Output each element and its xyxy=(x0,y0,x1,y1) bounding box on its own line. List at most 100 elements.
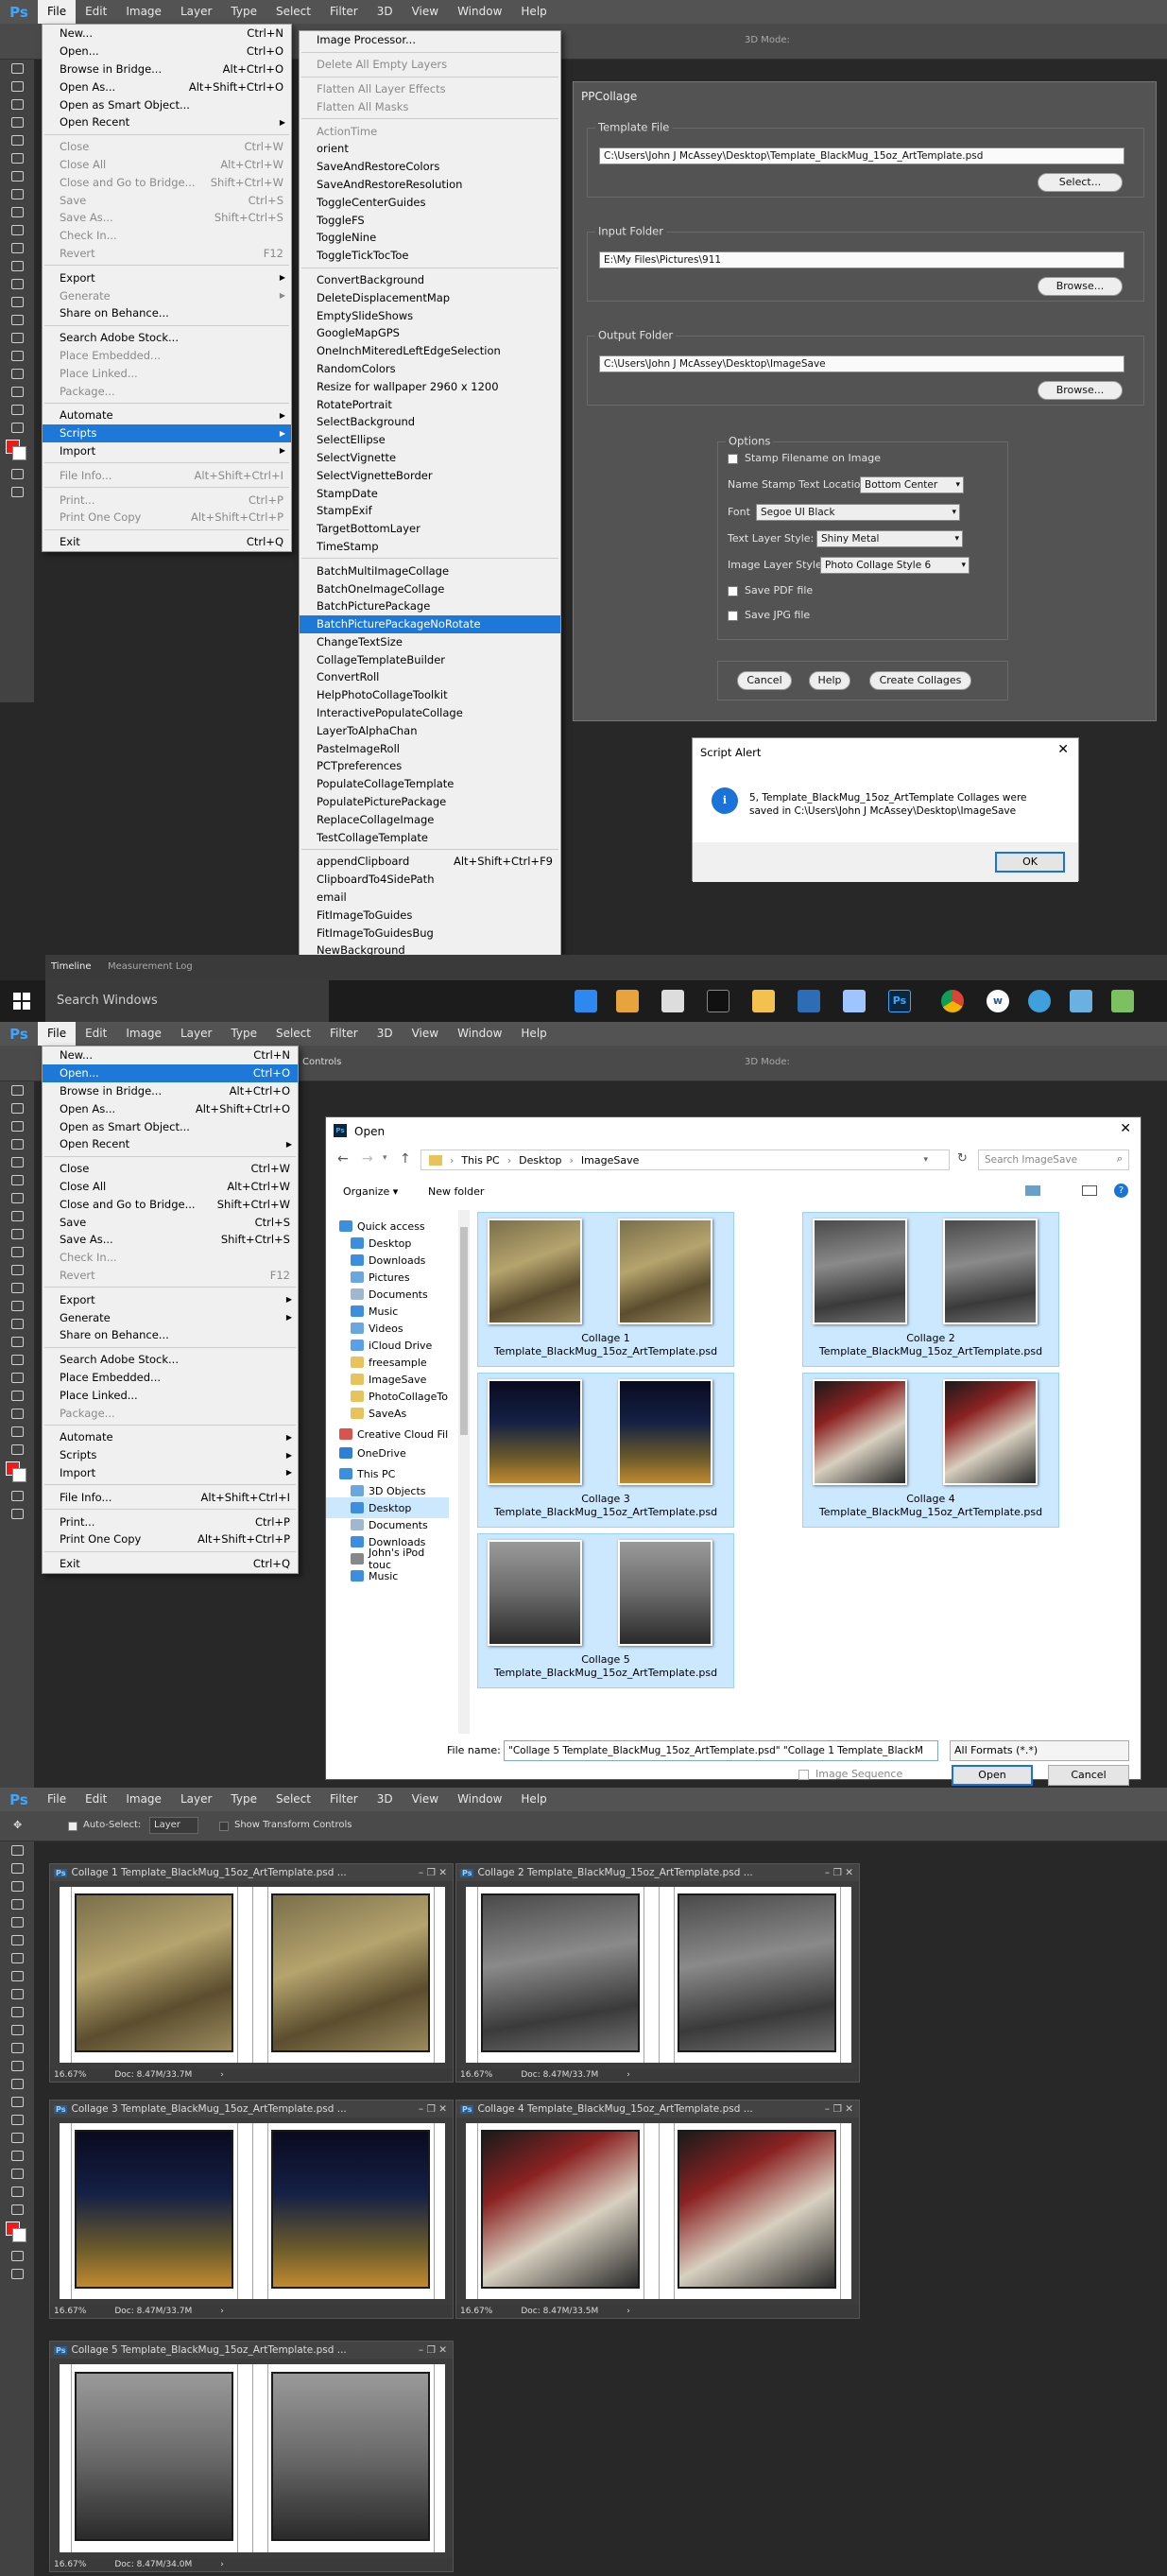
close-icon[interactable]: ✕ xyxy=(1057,742,1069,757)
document-window-collage-3[interactable]: Ps Collage 3 Template_BlackMug_15oz_ArtTe… xyxy=(49,2100,454,2319)
type-tool-icon[interactable] xyxy=(0,1351,34,1369)
menu-item-interactivepopulatecollage[interactable]: InteractivePopulateCollage xyxy=(300,704,560,722)
search-windows-box[interactable]: Search Windows xyxy=(45,980,329,1022)
menu-item-convertbackground[interactable]: ConvertBackground xyxy=(300,271,560,289)
menu-item-oneinchmiteredleftedgeselection[interactable]: OneInchMiteredLeftEdgeSelection xyxy=(300,342,560,360)
app-icon-4[interactable] xyxy=(1028,990,1051,1012)
menu-item-place-embedded[interactable]: Place Embedded... xyxy=(43,1369,298,1387)
healing-tool-icon[interactable] xyxy=(0,167,34,185)
menu-item-open-as[interactable]: Open As... Alt+Shift+Ctrl+O xyxy=(43,78,291,95)
eyedropper-tool-icon[interactable] xyxy=(0,149,34,167)
new-folder-button[interactable]: New folder xyxy=(428,1185,484,1198)
zoom-level[interactable]: 16.67% xyxy=(54,2070,86,2080)
menu-edit[interactable]: Edit xyxy=(76,0,116,24)
menu-item-share-on-behance[interactable]: Share on Behance... xyxy=(43,1326,298,1344)
path-select-tool-icon[interactable] xyxy=(0,1369,34,1387)
guide-line[interactable] xyxy=(674,1887,676,2063)
menu-item-open[interactable]: Open... Ctrl+O xyxy=(43,43,291,61)
type-tool-icon[interactable] xyxy=(0,329,34,347)
guide-line[interactable] xyxy=(839,2123,841,2299)
file-item-collage-3[interactable]: Collage 3 Template_BlackMug_15oz_ArtTempl… xyxy=(477,1373,734,1528)
menu-layer[interactable]: Layer xyxy=(171,1022,221,1046)
menu-help[interactable]: Help xyxy=(511,1022,556,1046)
input-folder-field[interactable]: E:\My Files\Pictures\911 xyxy=(599,251,1124,268)
menu-item-saveandrestorecolors[interactable]: SaveAndRestoreColors xyxy=(300,158,560,176)
pen-tool-icon[interactable] xyxy=(0,1333,34,1351)
menu-item-open-as-smart-object[interactable]: Open as Smart Object... xyxy=(43,95,291,113)
dodge-tool-icon[interactable] xyxy=(0,1315,34,1333)
menu-item-testcollagetemplate[interactable]: TestCollageTemplate xyxy=(300,828,560,846)
menu-view[interactable]: View xyxy=(403,0,448,24)
guide-line[interactable] xyxy=(252,2123,253,2299)
menu-item-open-as-smart-object[interactable]: Open as Smart Object... xyxy=(43,1117,298,1135)
photoshop-taskbar-icon[interactable]: Ps xyxy=(888,990,911,1012)
menu-item-appendclipboard[interactable]: appendClipboard Alt+Shift+Ctrl+F9 xyxy=(300,853,560,871)
menu-item-new[interactable]: New... Ctrl+N xyxy=(43,25,291,43)
history-brush-tool-icon[interactable] xyxy=(0,1243,34,1261)
address-bar[interactable]: › This PC › Desktop › ImageSave ▾ xyxy=(420,1150,950,1170)
ok-button[interactable]: OK xyxy=(995,852,1065,873)
back-arrow-icon[interactable]: ← xyxy=(337,1151,349,1167)
menu-item-togglecenterguides[interactable]: ToggleCenterGuides xyxy=(300,193,560,211)
quick-select-tool-icon[interactable] xyxy=(0,113,34,131)
zoom-level[interactable]: 16.67% xyxy=(54,2560,86,2569)
menu-item-populatecollagetemplate[interactable]: PopulateCollageTemplate xyxy=(300,775,560,793)
browse-output-button[interactable]: Browse... xyxy=(1038,381,1123,400)
zoom-level[interactable]: 16.67% xyxy=(460,2307,492,2316)
lasso-tool-icon[interactable] xyxy=(0,1877,34,1895)
marquee-tool-icon[interactable] xyxy=(0,78,34,95)
menu-item-browse-in-bridge[interactable]: Browse in Bridge... Alt+Ctrl+O xyxy=(43,61,291,78)
menu-file[interactable]: File xyxy=(38,0,77,24)
status-menu-arrow-icon[interactable]: › xyxy=(220,2560,224,2569)
document-window-collage-2[interactable]: Ps Collage 2 Template_BlackMug_15oz_ArtTe… xyxy=(455,1863,860,2083)
menu-item-replacecollageimage[interactable]: ReplaceCollageImage xyxy=(300,810,560,828)
document-title-bar[interactable]: Ps Collage 4 Template_BlackMug_15oz_ArtTe… xyxy=(456,2101,859,2118)
brush-tool-icon[interactable] xyxy=(0,1967,34,1985)
terminal-icon[interactable] xyxy=(707,990,729,1012)
menu-item-selectellipse[interactable]: SelectEllipse xyxy=(300,431,560,449)
healing-tool-icon[interactable] xyxy=(0,1189,34,1207)
more-tool-icon[interactable] xyxy=(0,1441,34,1459)
menu-filter[interactable]: Filter xyxy=(320,1022,368,1046)
menu-item-layertoalphachan[interactable]: LayerToAlphaChan xyxy=(300,721,560,739)
save-pdf-checkbox[interactable] xyxy=(728,586,738,596)
guide-line[interactable] xyxy=(71,1887,73,2063)
menu-item-automate[interactable]: Automate ▶ xyxy=(43,406,291,424)
document-canvas[interactable] xyxy=(60,2123,445,2299)
clone-tool-icon[interactable] xyxy=(0,1225,34,1243)
move-tool-icon[interactable] xyxy=(0,60,34,78)
menu-item-export[interactable]: Export ▶ xyxy=(43,268,291,286)
output-folder-field[interactable]: C:\Users\John J McAssey\Desktop\ImageSav… xyxy=(599,355,1124,372)
window-controls-icon[interactable]: – ❐ ✕ xyxy=(825,1867,859,1878)
menu-item-collagetemplatebuilder[interactable]: CollageTemplateBuilder xyxy=(300,650,560,668)
word-icon[interactable]: w xyxy=(987,990,1009,1012)
zoom-tool-icon[interactable] xyxy=(0,1423,34,1441)
quick-mask-icon[interactable] xyxy=(0,2247,34,2265)
window-controls-icon[interactable]: – ❐ ✕ xyxy=(419,2344,453,2356)
app-icon-3[interactable] xyxy=(798,990,820,1012)
eraser-tool-icon[interactable] xyxy=(0,1261,34,1279)
menu-item-stampdate[interactable]: StampDate xyxy=(300,484,560,502)
screen-mode-icon[interactable] xyxy=(0,2265,34,2283)
menu-item-pasteimageroll[interactable]: PasteImageRoll xyxy=(300,739,560,757)
file-item-collage-4[interactable]: Collage 4 Template_BlackMug_15oz_ArtTempl… xyxy=(802,1373,1059,1528)
menu-item-changetextsize[interactable]: ChangeTextSize xyxy=(300,633,560,651)
menu-layer[interactable]: Layer xyxy=(171,0,221,24)
guide-line[interactable] xyxy=(477,1887,479,2063)
menu-item-deletedisplacementmap[interactable]: DeleteDisplacementMap xyxy=(300,288,560,306)
marquee-tool-icon[interactable] xyxy=(0,1099,34,1117)
menu-item-populatepicturepackage[interactable]: PopulatePicturePackage xyxy=(300,793,560,811)
hand-tool-icon[interactable] xyxy=(0,2165,34,2183)
menu-item-print[interactable]: Print... Ctrl+P xyxy=(43,1513,298,1530)
more-tool-icon[interactable] xyxy=(0,419,34,437)
hand-tool-icon[interactable] xyxy=(0,1405,34,1423)
menu-item-timestamp[interactable]: TimeStamp xyxy=(300,538,560,556)
file-format-dropdown[interactable]: All Formats (*.*) xyxy=(950,1740,1129,1761)
document-window-collage-4[interactable]: Ps Collage 4 Template_BlackMug_15oz_ArtTe… xyxy=(455,2100,860,2319)
menu-item-place-linked[interactable]: Place Linked... xyxy=(43,1386,298,1404)
view-options-icon[interactable] xyxy=(1025,1185,1040,1196)
menu-item-scripts[interactable]: Scripts ▶ xyxy=(43,424,291,442)
cancel-button[interactable]: Cancel xyxy=(1048,1765,1129,1786)
clone-tool-icon[interactable] xyxy=(0,1985,34,2003)
menu-item-selectbackground[interactable]: SelectBackground xyxy=(300,413,560,431)
